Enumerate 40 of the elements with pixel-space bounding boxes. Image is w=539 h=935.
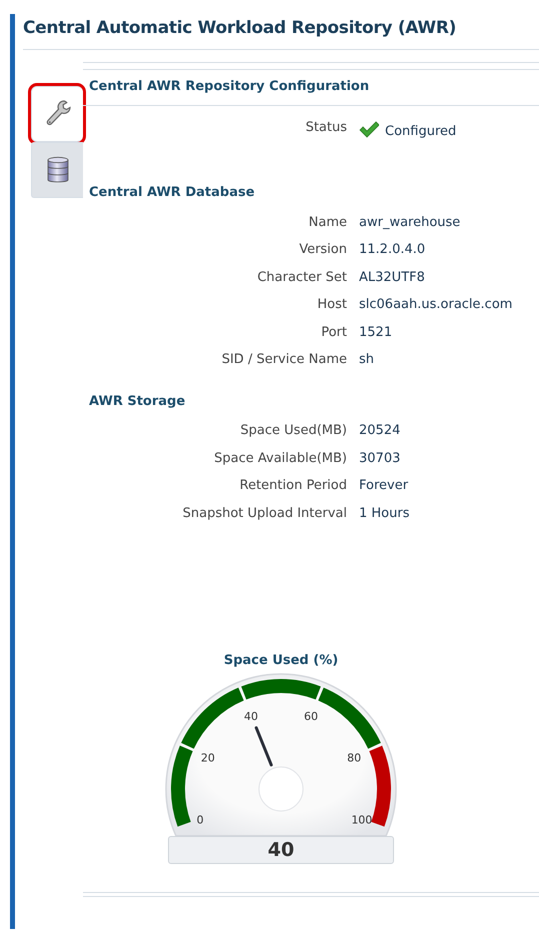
field-label: Port	[320, 324, 347, 342]
field-value: AL32UTF8	[359, 268, 425, 286]
field-value: 1 Hours	[359, 504, 410, 522]
gauge-tick-label: 100	[351, 812, 372, 826]
field-label: Space Used(MB)	[239, 422, 347, 440]
field-label: Host	[316, 296, 347, 314]
field-value: awr_warehouse	[359, 214, 460, 232]
section-heading: AWR Storage	[88, 392, 186, 410]
gauge-title: Space Used (%)	[224, 652, 338, 670]
field-value: 20524	[359, 422, 400, 440]
gauge-tick-label: 80	[347, 750, 362, 764]
gauge-tick-label: 40	[244, 709, 258, 722]
field-label: Retention Period	[238, 477, 347, 495]
field-value: 1521	[359, 324, 392, 342]
selected-tab[interactable]	[31, 86, 83, 142]
section-heading: Central AWR Repository Configuration	[83, 70, 539, 106]
gauge-tick-label: 20	[200, 750, 215, 764]
gauge-hub	[258, 766, 304, 811]
field-value: Configured	[385, 122, 456, 140]
field-label: Name	[308, 214, 347, 232]
field-value: sh	[359, 351, 374, 369]
section-heading: Central AWR Database	[88, 184, 256, 202]
gauge-tick-label: 0	[196, 812, 204, 826]
field-label: Snapshot Upload Interval	[182, 504, 347, 522]
tab[interactable]	[31, 142, 83, 198]
field-label: Version	[298, 241, 347, 259]
field-label: Character Set	[256, 268, 347, 286]
field-value: 11.2.0.4.0	[359, 241, 426, 259]
gauge-tick-label: 60	[304, 709, 318, 722]
field-value: slc06aah.us.oracle.com	[359, 296, 512, 314]
field-label: Space Available(MB)	[213, 450, 347, 468]
database-icon	[46, 155, 70, 185]
field-value: 30703	[359, 450, 400, 468]
gauge-needle	[254, 726, 273, 766]
checkmark-icon	[359, 120, 379, 138]
page-title: Central Automatic Workload Repository (AWR)	[22, 17, 458, 40]
field-label: SID / Service Name	[220, 351, 347, 369]
gauge-reading: 40	[168, 836, 394, 864]
field-label: Status	[304, 118, 347, 136]
field-value: Forever	[359, 477, 408, 495]
